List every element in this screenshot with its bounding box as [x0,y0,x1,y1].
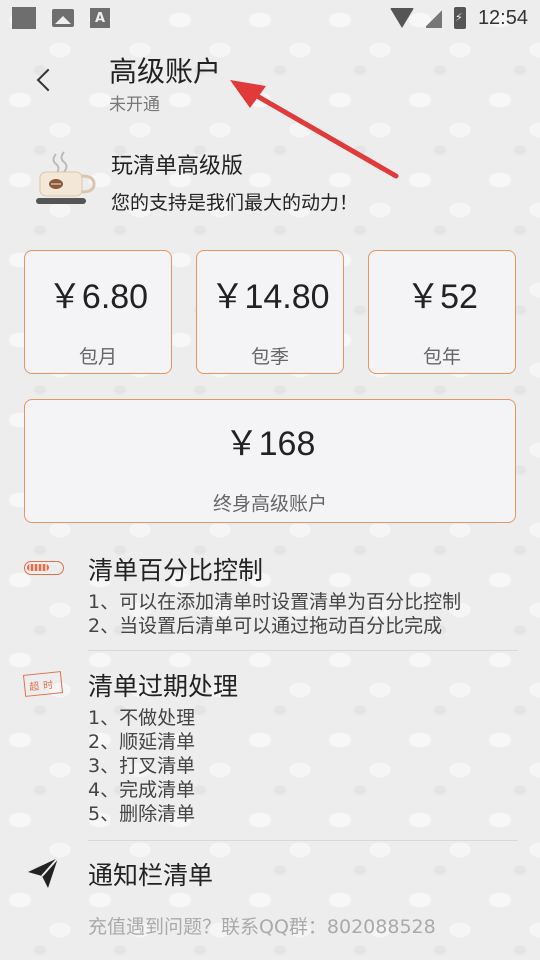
battery-charging-icon [453,7,466,29]
plan-price: ￥14.80 [210,278,330,316]
wifi-icon [389,8,414,28]
feature-title: 通知栏清单 [88,861,214,890]
paper-plane-icon [28,857,59,888]
feature-line: 3、打叉清单 [88,755,196,777]
page-title: 高级账户 [109,55,222,88]
chevron-left-icon [36,68,60,92]
feature-description: 1、可以在添加清单时设置清单为百分比控制 2、当设置后清单可以通过拖动百分比完成 [88,590,461,638]
feature-title: 清单过期处理 [88,672,239,701]
feature-title: 清单百分比控制 [88,556,264,585]
promo-title: 玩清单高级版 [111,154,244,179]
status-time: 12:54 [477,6,528,29]
promo-text: 您的支持是我们最大的动力！ [111,192,359,214]
back-button[interactable] [30,62,60,98]
app-notification-icon [12,7,36,29]
overdue-stamp-icon: 超时 [22,671,64,697]
feature-line: 2、当设置后清单可以通过拖动百分比完成 [88,615,443,637]
status-bar: A 12:54 [0,0,540,36]
plan-monthly-card[interactable]: ￥6.80 包月 [24,250,172,374]
plan-price: ￥168 [224,425,316,463]
feature-description: 1、不做处理 2、顺延清单 3、打叉清单 4、完成清单 5、删除清单 [88,706,195,826]
progress-bar-icon [24,561,64,575]
account-status: 未开通 [109,95,160,115]
plan-label: 包年 [422,346,461,368]
plan-quarterly-card[interactable]: ￥14.80 包季 [196,250,344,374]
plan-price: ￥52 [406,278,478,316]
divider [88,840,518,841]
signal-icon [425,8,442,28]
plan-lifetime-card[interactable]: ￥168 终身高级账户 [24,399,516,523]
plan-label: 终身高级账户 [212,493,327,515]
plan-yearly-card[interactable]: ￥52 包年 [368,250,516,374]
feature-line: 1、不做处理 [88,707,196,729]
plan-label: 包月 [78,346,117,368]
plan-label: 包季 [250,346,289,368]
divider [88,650,518,651]
image-icon [52,9,74,27]
feature-line: 4、完成清单 [88,779,196,801]
coffee-cup-icon [36,151,96,204]
feature-line: 2、顺延清单 [88,731,196,753]
feature-line: 1、可以在添加清单时设置清单为百分比控制 [88,591,462,613]
support-contact-text: 充值遇到问题？联系QQ群：802088528 [88,916,436,938]
plan-price: ￥6.80 [47,278,149,316]
feature-line: 5、删除清单 [88,803,196,825]
annotation-arrow [230,80,399,179]
font-app-icon: A [90,8,110,28]
